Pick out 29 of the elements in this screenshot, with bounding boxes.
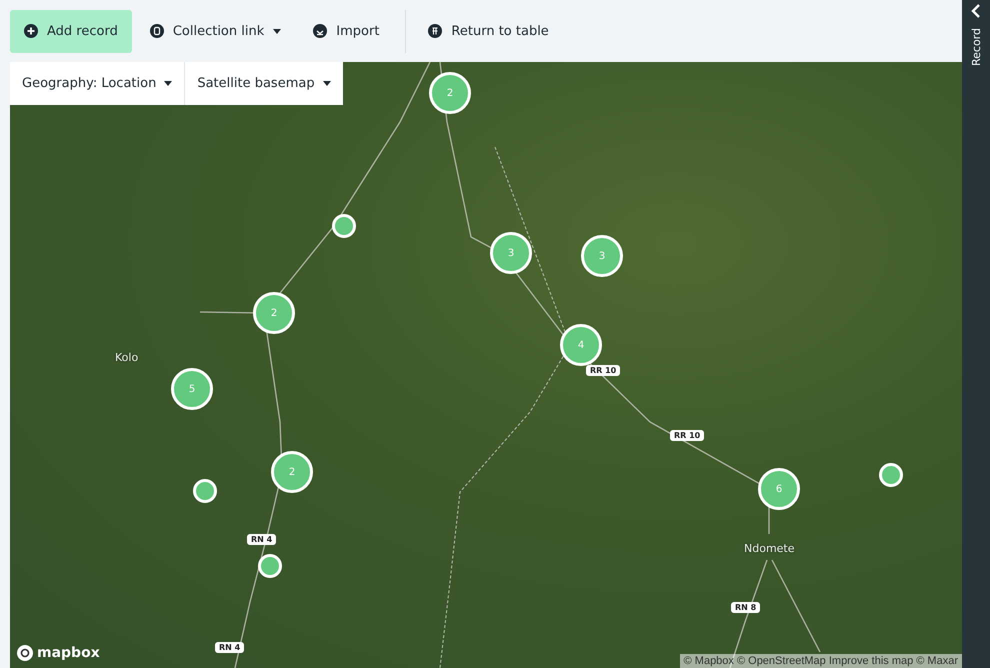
- chevron-left-icon[interactable]: [970, 4, 982, 18]
- satellite-map[interactable]: Kolo Ndomete RR 10 RR 10 RN 4 RN 8 RN 4 2 3 3 2 4 5 2 6 Geography: Location Satellite basemap mapbox © Mapbox © OpenStreetMap Improve this map © Maxar: [10, 62, 962, 668]
- plus-icon: [24, 24, 38, 38]
- road-label: RR 10: [670, 430, 704, 441]
- caret-icon: [322, 81, 331, 86]
- point-marker[interactable]: [258, 554, 282, 578]
- sidebar-label: Record: [970, 28, 982, 66]
- mapbox-logo-text: mapbox: [37, 645, 100, 661]
- place-label: Kolo: [115, 351, 138, 364]
- road-label: RN 4: [247, 534, 276, 545]
- caret-icon: [164, 81, 172, 86]
- road-label: RN 4: [215, 642, 244, 653]
- link-button[interactable]: Collection link: [136, 10, 296, 52]
- point-marker[interactable]: [332, 214, 356, 238]
- import-button[interactable]: Import: [299, 10, 394, 52]
- add-button[interactable]: Add record: [10, 10, 132, 52]
- place-label: Ndomete: [744, 542, 795, 555]
- download-icon: [313, 24, 328, 38]
- road-label: RR 10: [586, 365, 620, 376]
- logo-icon: [16, 644, 34, 662]
- road-label: RN 8: [731, 602, 760, 613]
- record-sidebar[interactable]: Record: [962, 0, 990, 668]
- table-icon: [428, 24, 442, 38]
- map-attribution: © Mapbox © OpenStreetMap Improve this map © Maxar: [680, 654, 962, 668]
- point-marker[interactable]: [879, 463, 903, 487]
- table-button[interactable]: Return to table: [405, 10, 563, 52]
- link-icon: [150, 24, 164, 38]
- point-marker[interactable]: [193, 479, 217, 503]
- caret-icon: [273, 28, 282, 34]
